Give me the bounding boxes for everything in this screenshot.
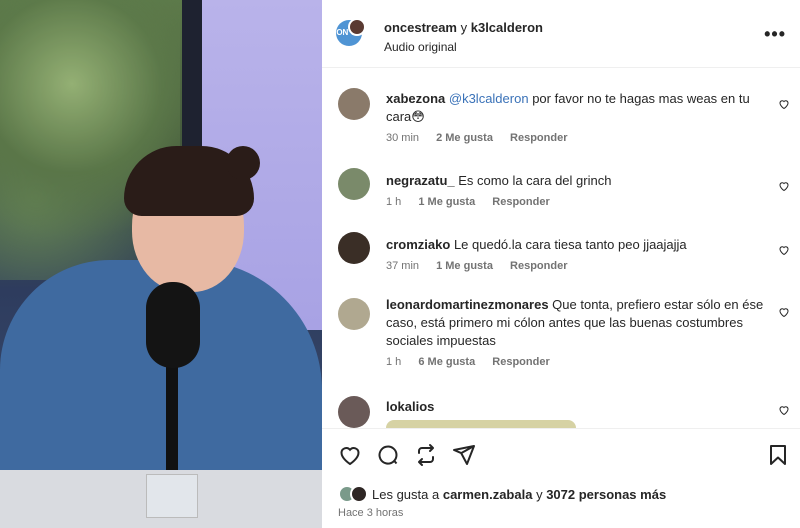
post-authors: oncestream y k3lcalderon <box>384 20 543 35</box>
comment-username[interactable]: cromziako <box>386 237 450 252</box>
audio-label[interactable]: Audio original <box>384 40 457 54</box>
like-comment-heart-icon[interactable] <box>778 404 790 416</box>
comment-mention[interactable]: @k3lcalderon <box>449 91 529 106</box>
comment-text: lokalios <box>386 398 764 416</box>
microphone <box>146 282 200 368</box>
comment-content: Le quedó.la cara tiesa tanto peo jjaajaj… <box>453 237 687 252</box>
bookmark-icon[interactable] <box>766 443 790 467</box>
post-media[interactable] <box>0 0 322 528</box>
heart-icon[interactable] <box>338 443 362 467</box>
comment-icon[interactable] <box>376 443 400 467</box>
post-actions: Les gusta a carmen.zabala y 3072 persona… <box>322 428 800 528</box>
comment-time: 30 min <box>386 132 420 144</box>
comment-likes[interactable]: 6 Me gusta <box>418 356 475 368</box>
person-hair-bun <box>226 146 260 180</box>
likes-others[interactable]: 3072 personas más <box>546 487 666 502</box>
comment-avatar[interactable] <box>338 396 370 428</box>
comment-text: xabezona @k3lcalderon por favor no te ha… <box>386 90 764 126</box>
more-options-icon[interactable]: ••• <box>764 24 786 45</box>
author-separator: y <box>460 20 468 35</box>
glass-cube <box>146 474 198 518</box>
post-header: ON CE oncestream y k3lcalderon Audio ori… <box>322 0 800 68</box>
liker-avatar <box>350 485 368 503</box>
comment-meta: 1 h 6 Me gusta Responder <box>386 356 564 368</box>
repost-icon[interactable] <box>414 443 438 467</box>
comment-username[interactable]: negrazatu_ <box>386 173 455 188</box>
comment-content: Es como la cara del grinch <box>458 173 612 188</box>
comment-time: 37 min <box>386 260 420 272</box>
comment-meta: 1 h 1 Me gusta Responder <box>386 196 564 208</box>
comment-time: 1 h <box>386 196 402 208</box>
comment-reply-button[interactable]: Responder <box>492 356 549 368</box>
share-icon[interactable] <box>452 443 476 467</box>
post-timestamp: Hace 3 horas <box>338 507 404 519</box>
likes-connector: y <box>536 486 543 502</box>
comments-list[interactable]: xabezona @k3lcalderon por favor no te ha… <box>322 72 800 428</box>
comment-reply-button[interactable]: Responder <box>510 132 567 144</box>
likes-prefix: Les gusta a <box>372 486 440 502</box>
like-comment-heart-icon[interactable] <box>778 180 790 192</box>
comment-username[interactable]: leonardomartinezmonares <box>386 297 549 312</box>
comment-time: 1 h <box>386 356 402 368</box>
like-comment-heart-icon[interactable] <box>778 306 790 318</box>
account-name[interactable]: oncestream <box>384 20 457 35</box>
like-comment-heart-icon[interactable] <box>778 244 790 256</box>
likes-summary[interactable]: Les gusta a carmen.zabala y 3072 persona… <box>338 485 666 503</box>
collaborator-avatar[interactable] <box>348 18 366 36</box>
comment-text: cromziako Le quedó.la cara tiesa tanto p… <box>386 236 764 254</box>
comments-panel: ON CE oncestream y k3lcalderon Audio ori… <box>322 0 800 528</box>
comment-avatar[interactable] <box>338 298 370 330</box>
comment-reply-button[interactable]: Responder <box>492 196 549 208</box>
comment-meta: 37 min 1 Me gusta Responder <box>386 260 581 272</box>
likes-text: Les gusta a carmen.zabala y 3072 persona… <box>372 487 666 502</box>
comment-text: leonardomartinezmonares Que tonta, prefi… <box>386 296 764 350</box>
collaborator-name[interactable]: k3lcalderon <box>471 20 543 35</box>
comment-username[interactable]: xabezona <box>386 91 445 106</box>
comment-avatar[interactable] <box>338 88 370 120</box>
comment-avatar[interactable] <box>338 168 370 200</box>
comment-text: negrazatu_ Es como la cara del grinch <box>386 172 764 190</box>
comment-likes[interactable]: 2 Me gusta <box>436 132 493 144</box>
comment-username[interactable]: lokalios <box>386 399 434 414</box>
comment-meta: 30 min 2 Me gusta Responder <box>386 132 581 144</box>
comment-reply-button[interactable]: Responder <box>510 260 567 272</box>
comment-likes[interactable]: 1 Me gusta <box>418 196 475 208</box>
like-comment-heart-icon[interactable] <box>778 98 790 110</box>
comment-avatar[interactable] <box>338 232 370 264</box>
comment-likes[interactable]: 1 Me gusta <box>436 260 493 272</box>
liker-username[interactable]: carmen.zabala <box>443 487 533 502</box>
